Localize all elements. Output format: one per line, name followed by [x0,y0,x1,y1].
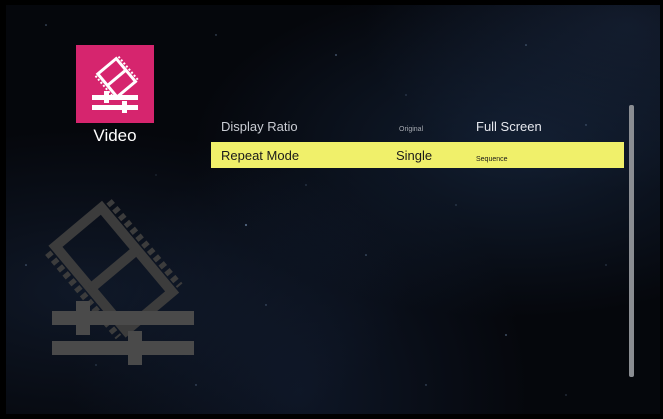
category-label: Video [93,126,137,145]
setting-name: Repeat Mode [221,147,300,163]
screen: Video Display Ratio Original Full Screen… [6,5,660,414]
option-full-screen[interactable]: Full Screen [476,119,542,134]
setting-name: Display Ratio [221,118,298,134]
option-original[interactable]: Original [399,126,423,133]
video-category-tile[interactable] [76,45,154,123]
option-sequence[interactable]: Sequence [476,156,508,163]
setting-row-display-ratio[interactable]: Display Ratio Original Full Screen [211,113,624,139]
option-single[interactable]: Single [396,148,432,163]
film-slider-icon [45,199,194,365]
film-slider-icon [92,55,139,113]
setting-row-repeat-mode[interactable]: Repeat Mode Single Sequence [211,142,624,168]
scrollbar[interactable] [629,105,634,377]
